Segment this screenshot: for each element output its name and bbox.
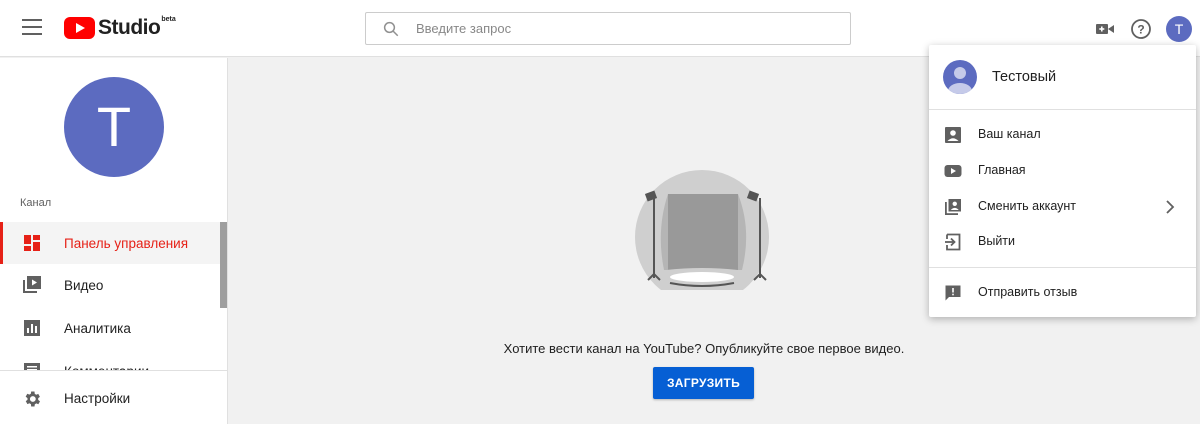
account-name: Тестовый — [992, 69, 1057, 85]
create-video-icon[interactable] — [1093, 17, 1117, 41]
channel-section-label: Канал — [20, 197, 52, 209]
settings-label: Настройки — [64, 391, 131, 406]
sidebar-scrollbar[interactable] — [220, 222, 227, 308]
menu-item-label: Главная — [978, 163, 1026, 177]
menu-item-label: Отправить отзыв — [978, 285, 1078, 299]
menu-item-label: Ваш канал — [978, 127, 1041, 141]
menu-item-send-feedback[interactable]: Отправить отзыв — [929, 275, 1196, 311]
channel-avatar[interactable]: T — [64, 77, 164, 177]
feedback-icon — [945, 285, 961, 301]
sidebar-item-analytics[interactable]: Аналитика — [0, 307, 220, 349]
switch-account-icon — [945, 199, 961, 215]
menu-item-label: Выйти — [978, 234, 1016, 248]
menu-icon[interactable] — [22, 19, 42, 35]
account-box-icon — [945, 127, 961, 143]
sidebar-item-label: Видео — [64, 277, 104, 293]
logo-text: Studio — [98, 16, 161, 39]
beta-badge: beta — [161, 16, 176, 23]
youtube-icon — [944, 165, 962, 177]
analytics-icon — [24, 320, 40, 336]
search-input[interactable] — [416, 13, 836, 44]
account-menu-header: Тестовый — [929, 45, 1196, 110]
menu-item-label: Сменить аккаунт — [978, 199, 1077, 213]
account-avatar — [943, 60, 977, 94]
search-box[interactable] — [365, 12, 851, 45]
exit-icon — [945, 233, 961, 251]
search-icon[interactable] — [382, 20, 400, 38]
gear-icon — [25, 391, 40, 407]
video-library-icon — [23, 276, 41, 293]
empty-state-message: Хотите вести канал на YouTube? Опубликуй… — [503, 341, 905, 356]
menu-divider — [929, 267, 1196, 268]
svg-text:?: ? — [1137, 23, 1144, 37]
chevron-right-icon — [1166, 200, 1175, 214]
studio-logo[interactable]: Studio beta — [64, 15, 176, 41]
upload-button[interactable]: ЗАГРУЗИТЬ — [653, 367, 754, 399]
sidebar-item-dashboard[interactable]: Панель управления — [0, 222, 220, 264]
dashboard-icon — [24, 235, 40, 251]
sidebar: T Канал Панель управления Видео Аналитик… — [0, 58, 228, 424]
sidebar-item-label: Аналитика — [64, 320, 131, 336]
empty-studio-illustration — [635, 170, 769, 290]
youtube-play-icon — [64, 17, 95, 39]
menu-item-sign-out[interactable]: Выйти — [929, 224, 1196, 260]
help-icon[interactable]: ? — [1129, 17, 1153, 41]
sidebar-item-label: Панель управления — [64, 235, 189, 251]
account-avatar-button[interactable]: T — [1166, 16, 1192, 42]
menu-item-switch-account[interactable]: Сменить аккаунт — [929, 189, 1196, 225]
menu-item-your-channel[interactable]: Ваш канал — [929, 117, 1196, 153]
menu-item-home[interactable]: Главная — [929, 153, 1196, 189]
account-menu: Тестовый Ваш канал Главная Сменить аккау… — [929, 45, 1196, 317]
sidebar-item-video[interactable]: Видео — [0, 264, 220, 306]
sidebar-item-settings[interactable]: Настройки — [0, 370, 227, 424]
